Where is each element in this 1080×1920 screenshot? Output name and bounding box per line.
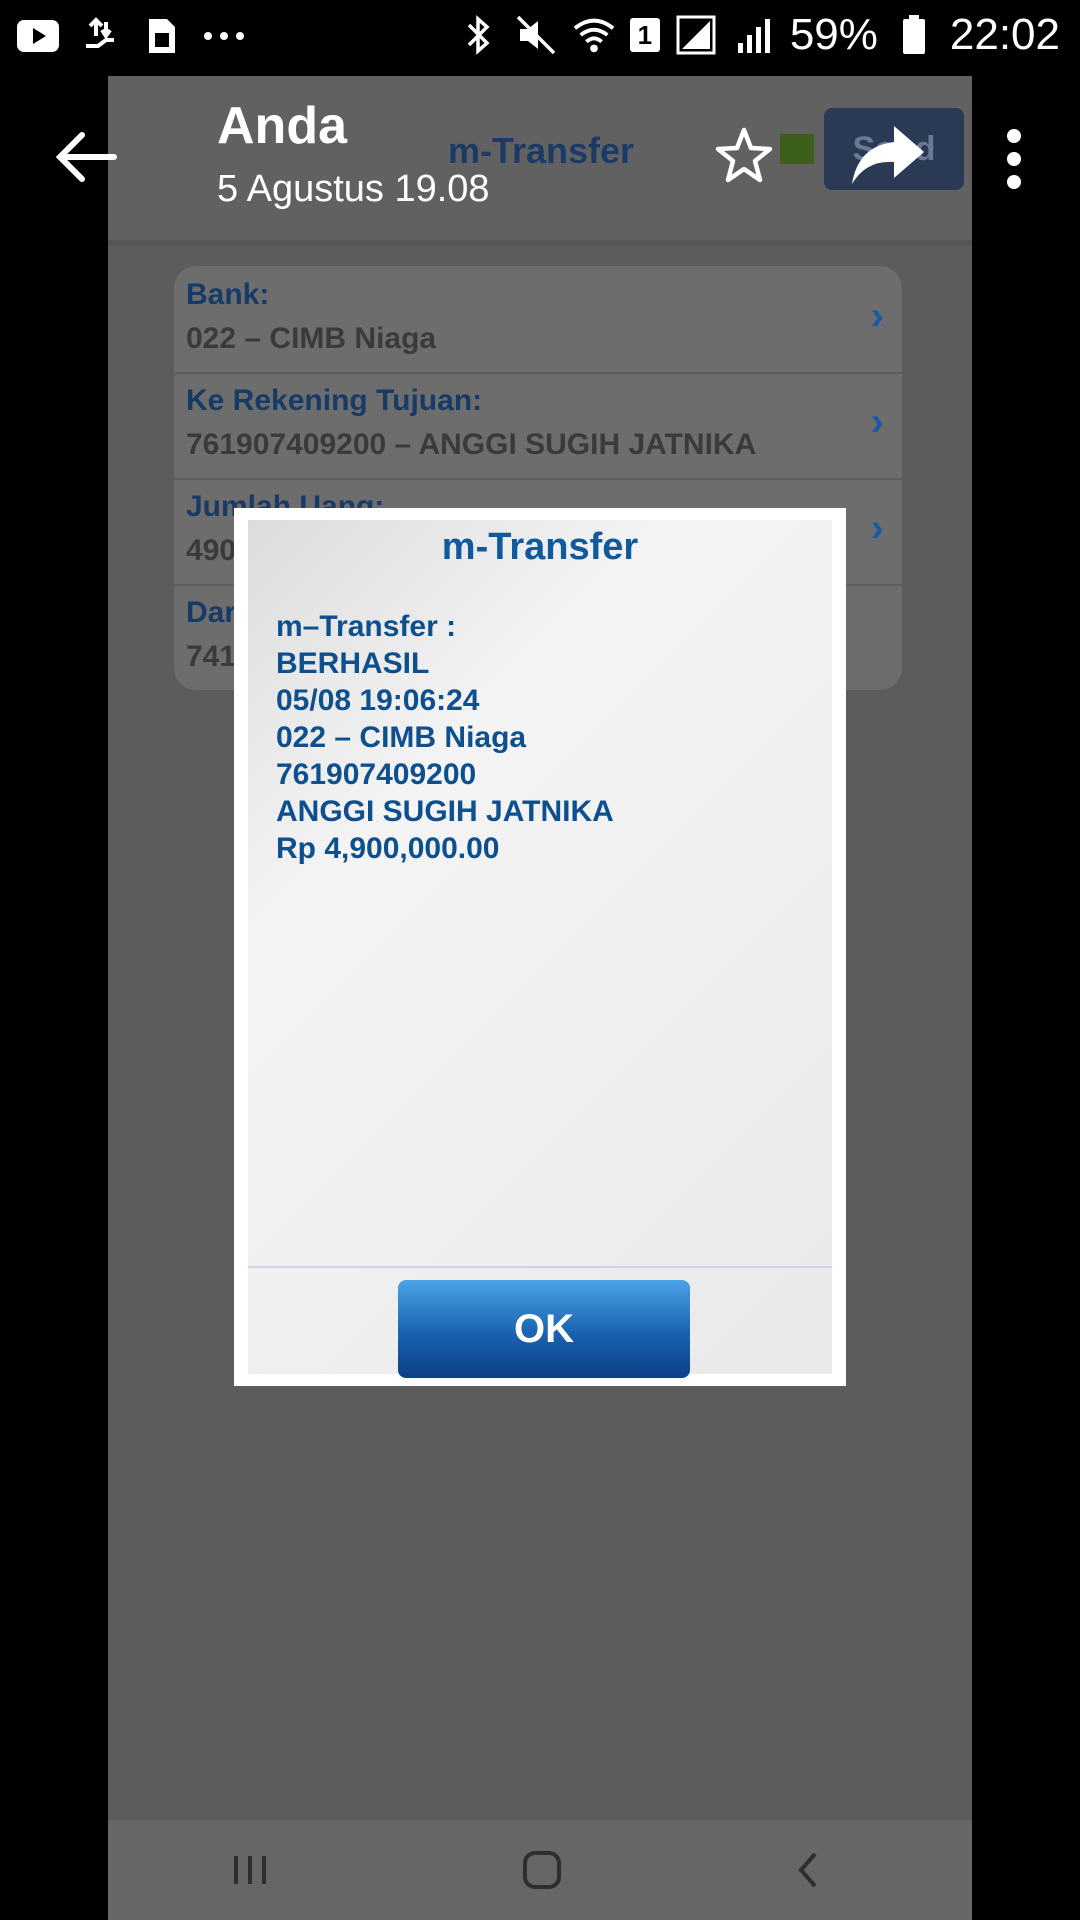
form-row-account: Ke Rekening Tujuan: 761907409200 – ANGGI… bbox=[174, 372, 902, 480]
recents-icon bbox=[210, 1838, 290, 1902]
back-arrow-icon[interactable] bbox=[52, 122, 122, 192]
sim-icon bbox=[140, 14, 184, 58]
message-line: 761907409200 bbox=[276, 758, 477, 791]
home-icon bbox=[502, 1838, 582, 1902]
battery-percent: 59% bbox=[789, 10, 878, 59]
wifi-icon bbox=[572, 13, 616, 57]
form-row-value: 741 bbox=[186, 640, 237, 673]
status-bar: 1 59% 22:02 bbox=[0, 0, 1080, 76]
dialog-title: m-Transfer bbox=[441, 526, 639, 568]
status-square bbox=[780, 134, 814, 164]
star-icon[interactable] bbox=[712, 124, 776, 188]
form-row-bank: Bank: 022 – CIMB Niaga › bbox=[174, 266, 902, 374]
form-row-label: Ke Rekening Tujuan: bbox=[186, 384, 483, 417]
chevron-right-icon: › bbox=[870, 294, 884, 338]
message-line: ANGGI SUGIH JATNIKA bbox=[276, 795, 614, 828]
chevron-right-icon: › bbox=[870, 506, 884, 550]
back-nav-icon bbox=[768, 1838, 848, 1902]
bluetooth-icon bbox=[456, 13, 500, 57]
sender-name: Anda bbox=[217, 97, 347, 155]
signal-icon bbox=[674, 13, 718, 57]
chevron-right-icon: › bbox=[870, 400, 884, 444]
more-vert-icon[interactable] bbox=[1000, 126, 1028, 192]
message-line: m–Transfer : bbox=[276, 610, 457, 643]
more-dots-icon bbox=[202, 14, 246, 58]
clock: 22:02 bbox=[949, 10, 1060, 59]
system-nav-bar bbox=[108, 1820, 972, 1920]
ok-button[interactable]: OK bbox=[398, 1280, 690, 1378]
message-timestamp: 5 Agustus 19.08 bbox=[217, 168, 490, 210]
dialog-panel: m-Transfer m–Transfer : BERHASIL 05/08 1… bbox=[248, 520, 832, 1378]
mute-icon bbox=[514, 13, 558, 57]
dialog-divider bbox=[248, 1266, 832, 1268]
sim-slot-badge: 1 bbox=[629, 18, 660, 52]
form-row-label: Bank: bbox=[186, 278, 270, 311]
signal-2-icon bbox=[732, 13, 776, 57]
youtube-icon bbox=[16, 14, 60, 58]
message-line: 05/08 19:06:24 bbox=[276, 684, 480, 717]
upload-icon bbox=[78, 14, 122, 58]
transfer-result-dialog: m-Transfer m–Transfer : BERHASIL 05/08 1… bbox=[234, 508, 846, 1386]
battery-icon bbox=[892, 13, 936, 57]
dialog-message: m–Transfer : BERHASIL 05/08 19:06:24 022… bbox=[276, 608, 614, 867]
message-line: Rp 4,900,000.00 bbox=[276, 832, 500, 865]
message-line: BERHASIL bbox=[276, 647, 430, 680]
message-line: 022 – CIMB Niaga bbox=[276, 721, 527, 754]
form-row-value: 761907409200 – ANGGI SUGIH JATNIKA bbox=[186, 428, 757, 461]
form-row-value: 490 bbox=[186, 534, 237, 567]
app-title: m-Transfer bbox=[448, 130, 635, 171]
share-forward-icon[interactable] bbox=[848, 122, 928, 188]
form-row-value: 022 – CIMB Niaga bbox=[186, 322, 437, 355]
